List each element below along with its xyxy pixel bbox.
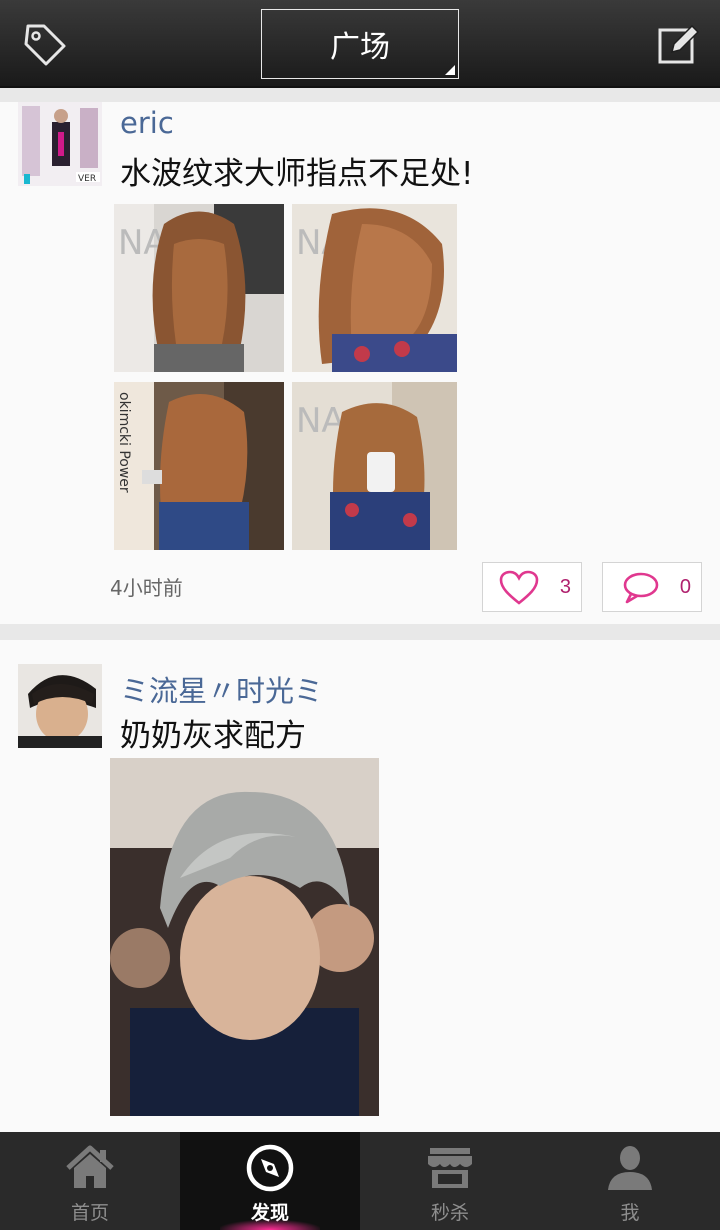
feed[interactable]: VER eric 水波纹求大师指点不足处! NA NA okimcki Powe… bbox=[0, 90, 720, 1132]
tag-button[interactable] bbox=[20, 20, 72, 68]
plaza-selector[interactable]: 广场 bbox=[261, 9, 459, 79]
tab-discover[interactable]: 发现 bbox=[180, 1132, 360, 1230]
svg-text:okimcki Power: okimcki Power bbox=[116, 392, 132, 493]
compose-button[interactable] bbox=[656, 20, 700, 68]
avatar[interactable] bbox=[18, 664, 102, 748]
comment-button[interactable]: 0 bbox=[602, 562, 702, 612]
post-text: 奶奶灰求配方 bbox=[120, 718, 306, 754]
tab-label: 首页 bbox=[70, 1202, 109, 1224]
like-button[interactable]: 3 bbox=[482, 562, 582, 612]
post-card[interactable]: ミ流星〃时光ミ 奶奶灰求配方 bbox=[0, 640, 720, 1132]
avatar[interactable]: VER bbox=[18, 102, 102, 186]
username[interactable]: eric bbox=[120, 106, 174, 140]
like-count: 3 bbox=[559, 575, 571, 598]
post-photo[interactable]: okimcki Power bbox=[114, 382, 284, 550]
page-title: 广场 bbox=[330, 30, 390, 65]
store-icon bbox=[428, 1148, 472, 1188]
post-photo[interactable] bbox=[110, 758, 379, 1116]
tag-icon bbox=[24, 24, 66, 66]
comment-count: 0 bbox=[679, 575, 691, 598]
post-photo[interactable]: NA bbox=[114, 204, 284, 372]
post-photo[interactable]: NA bbox=[292, 204, 457, 372]
tab-home[interactable]: 首页 bbox=[0, 1132, 180, 1230]
compass-icon bbox=[246, 1144, 294, 1192]
tab-me[interactable]: 我 bbox=[540, 1132, 720, 1230]
person-icon bbox=[608, 1146, 652, 1190]
comment-bubble-icon bbox=[623, 572, 659, 604]
home-icon bbox=[66, 1145, 114, 1188]
username[interactable]: ミ流星〃时光ミ bbox=[120, 668, 323, 710]
bottom-tab-bar: 首页 发现 秒杀 我 bbox=[0, 1132, 720, 1230]
active-tab-indicator bbox=[220, 1220, 320, 1230]
post-photo[interactable]: NA bbox=[292, 382, 457, 550]
post-time: 4小时前 bbox=[110, 576, 183, 600]
dropdown-corner-icon bbox=[445, 65, 455, 75]
top-bar: 广场 bbox=[0, 0, 720, 88]
svg-text:NA: NA bbox=[296, 401, 345, 441]
tab-label: 我 bbox=[620, 1202, 640, 1224]
tab-flash-sale[interactable]: 秒杀 bbox=[360, 1132, 540, 1230]
compose-icon bbox=[658, 24, 700, 64]
post-text: 水波纹求大师指点不足处! bbox=[120, 156, 474, 192]
heart-icon bbox=[499, 570, 539, 605]
svg-text:VER: VER bbox=[78, 174, 96, 184]
tab-label: 秒杀 bbox=[430, 1202, 469, 1224]
post-card[interactable]: VER eric 水波纹求大师指点不足处! NA NA okimcki Powe… bbox=[0, 102, 720, 624]
